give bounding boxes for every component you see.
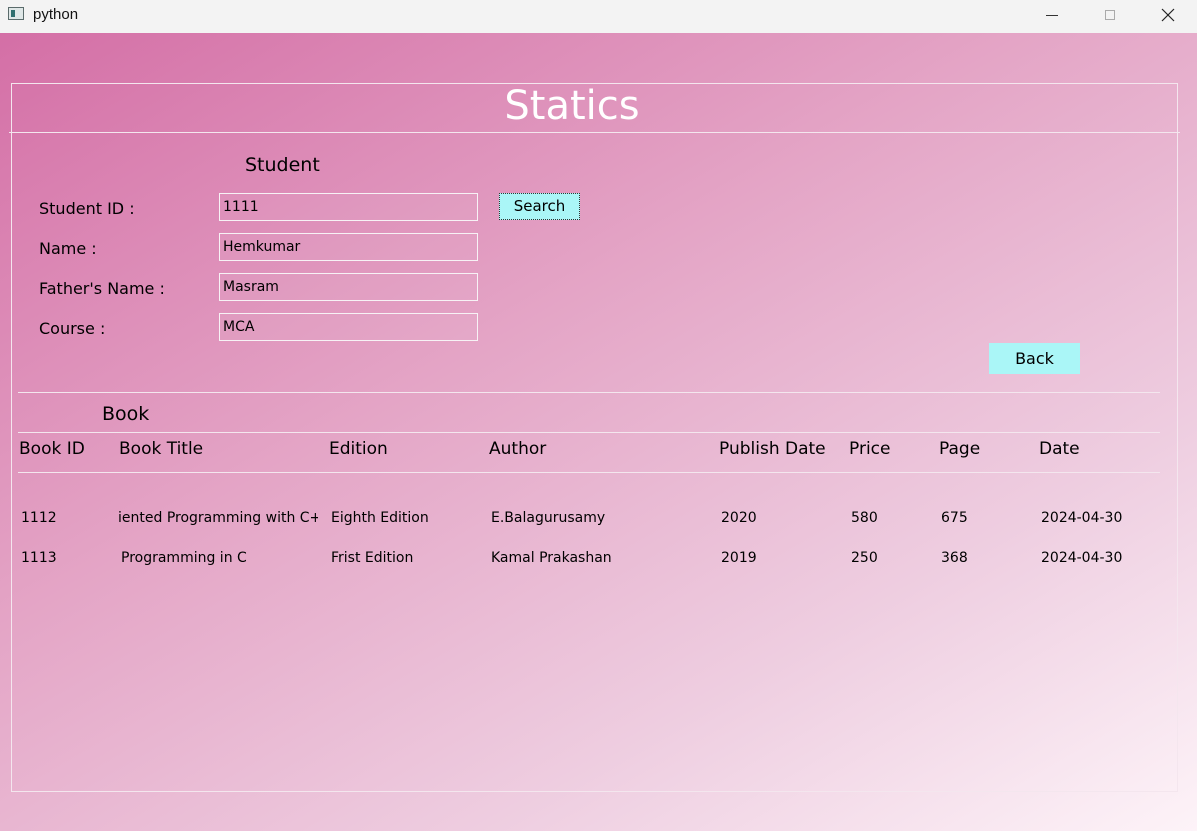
column-header-book-title: Book Title [119, 439, 204, 459]
student-id-input[interactable] [219, 193, 478, 221]
close-button[interactable] [1145, 0, 1191, 30]
cell-price: 250 [851, 550, 878, 566]
column-header-date: Date [1039, 439, 1080, 459]
book-section-label: Book [102, 403, 150, 425]
minimize-button[interactable] [1029, 0, 1075, 30]
name-label: Name : [39, 239, 97, 258]
app-icon [8, 7, 24, 20]
cell-book-title: iented Programming with C++ [118, 510, 318, 526]
cell-author: Kamal Prakashan [491, 550, 612, 566]
close-icon [1161, 8, 1175, 22]
column-header-edition: Edition [329, 439, 388, 459]
table-header-bottom-border [18, 472, 1160, 473]
father-name-label: Father's Name : [39, 279, 165, 298]
app-window: python Statics Student Student ID : Sear… [0, 0, 1197, 831]
section-divider [18, 392, 1160, 393]
column-header-book-id: Book ID [19, 439, 85, 459]
cell-edition: Frist Edition [331, 550, 414, 566]
course-input[interactable] [219, 313, 478, 341]
main-content: Statics Student Student ID : Search Name… [0, 33, 1197, 831]
cell-book-id: 1112 [21, 510, 57, 526]
maximize-icon [1105, 10, 1115, 20]
name-input[interactable] [219, 233, 478, 261]
cell-page: 675 [941, 510, 968, 526]
header-divider [9, 132, 1180, 133]
window-title: python [33, 6, 79, 23]
page-title: Statics [504, 83, 640, 129]
course-label: Course : [39, 319, 106, 338]
cell-date: 2024-04-30 [1041, 510, 1123, 526]
table-header-top-border [18, 432, 1160, 433]
cell-page: 368 [941, 550, 968, 566]
search-button[interactable]: Search [499, 193, 580, 220]
student-id-label: Student ID : [39, 199, 135, 218]
student-section-label: Student [245, 154, 320, 176]
minimize-icon [1046, 14, 1058, 16]
column-header-page: Page [939, 439, 981, 459]
cell-publish-date: 2020 [721, 510, 757, 526]
cell-book-id: 1113 [21, 550, 57, 566]
back-button[interactable]: Back [989, 343, 1080, 374]
father-name-input[interactable] [219, 273, 478, 301]
cell-book-title: Programming in C [121, 550, 247, 566]
title-bar: python [0, 0, 1197, 34]
cell-publish-date: 2019 [721, 550, 757, 566]
maximize-button[interactable] [1087, 0, 1133, 30]
column-header-author: Author [489, 439, 547, 459]
cell-price: 580 [851, 510, 878, 526]
cell-author: E.Balagurusamy [491, 510, 606, 526]
column-header-publish-date: Publish Date [719, 439, 826, 459]
cell-date: 2024-04-30 [1041, 550, 1123, 566]
column-header-price: Price [849, 439, 891, 459]
cell-edition: Eighth Edition [331, 510, 429, 526]
content-frame [11, 83, 1178, 792]
